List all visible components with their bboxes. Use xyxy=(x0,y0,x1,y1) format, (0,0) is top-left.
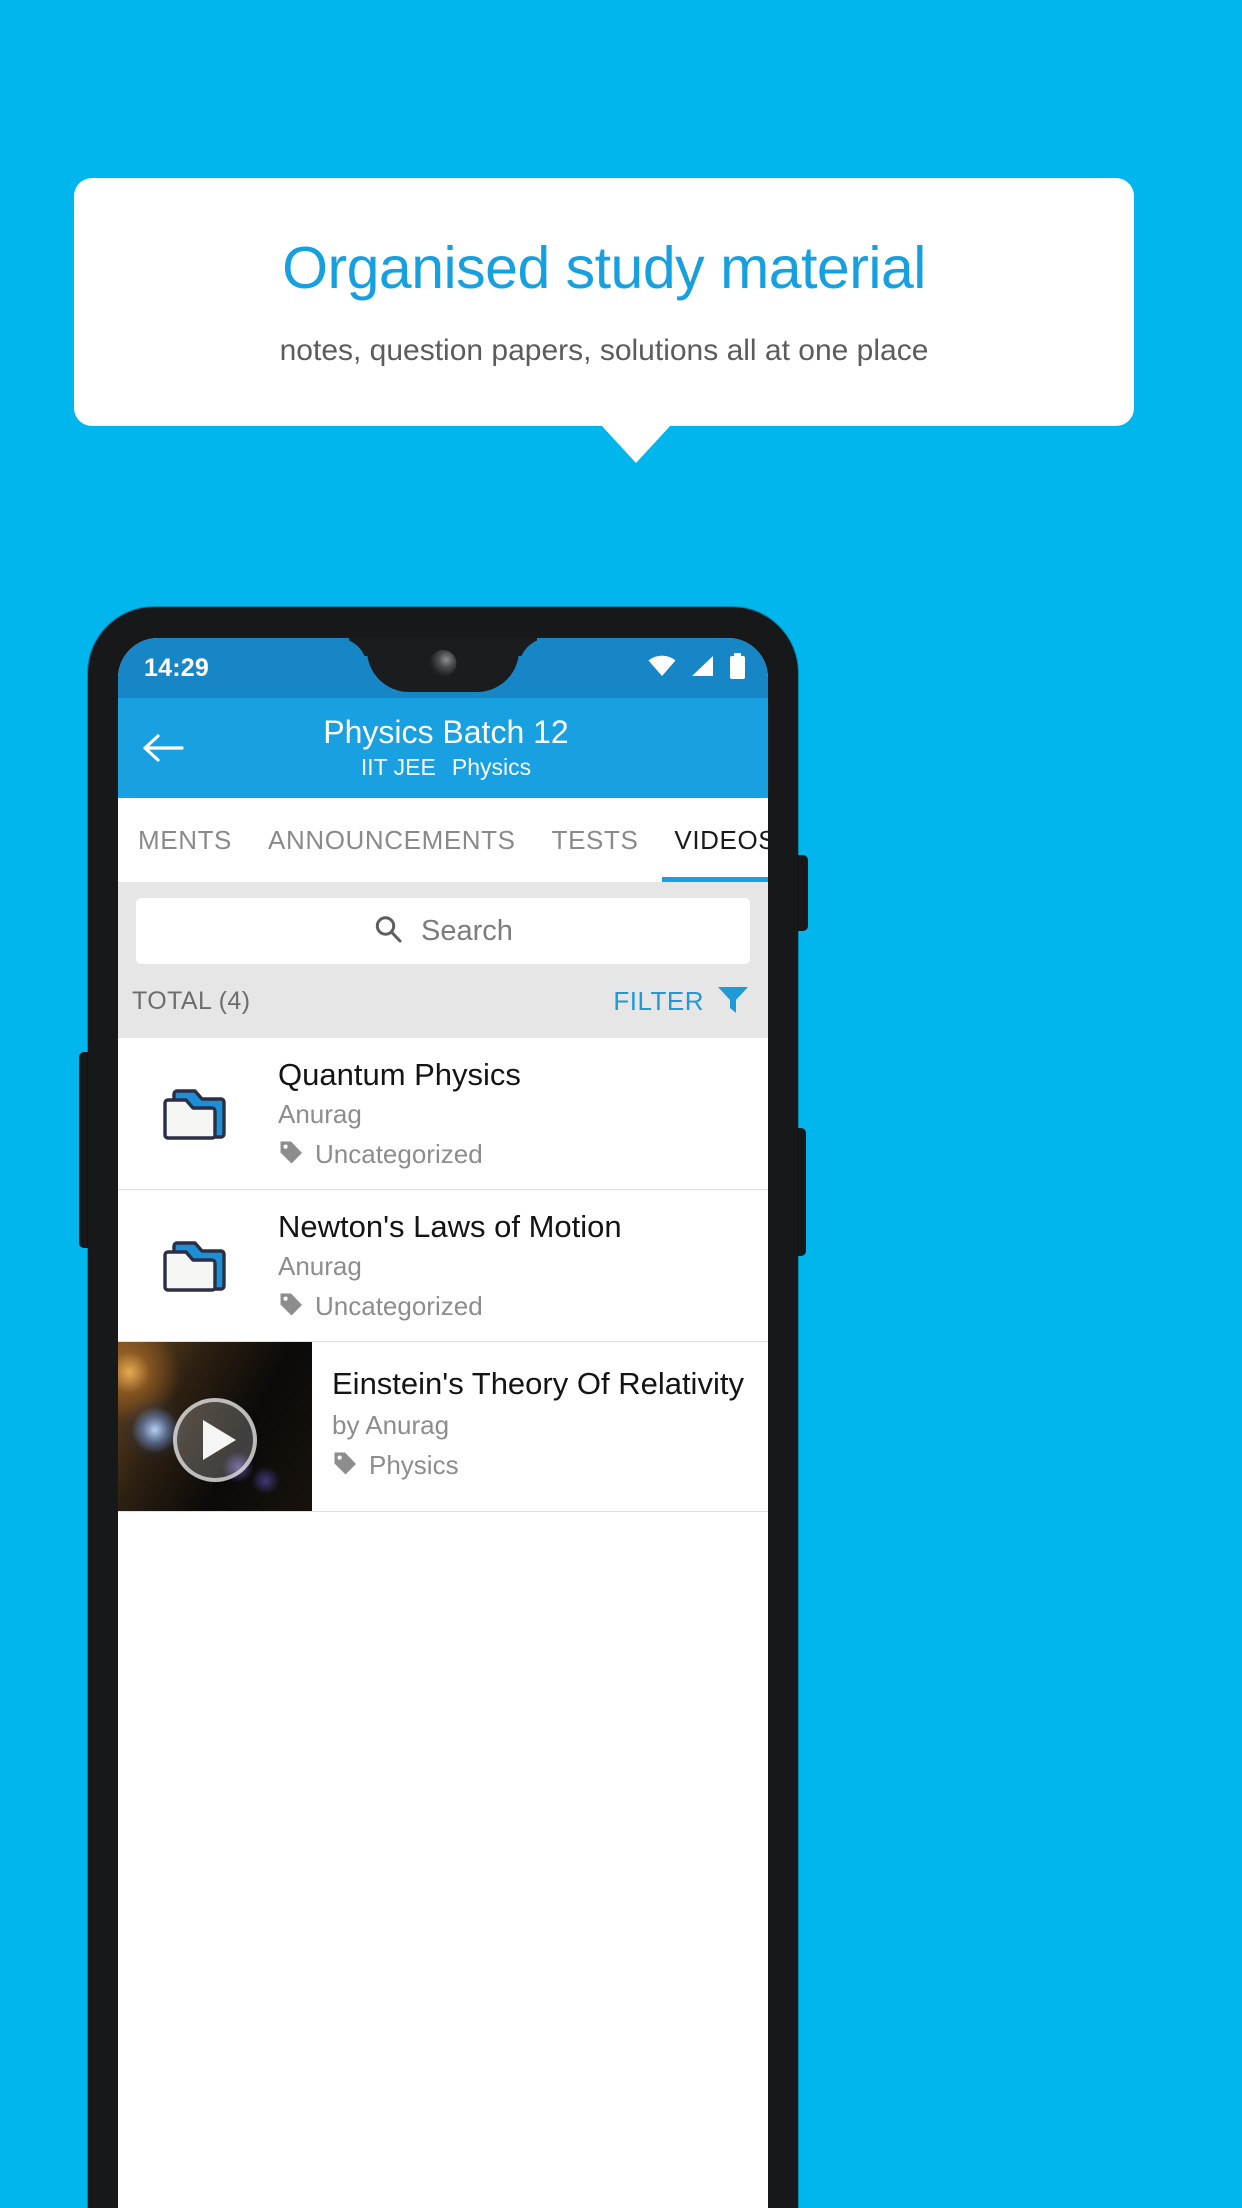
tag-icon xyxy=(278,1291,304,1322)
tab-assignments[interactable]: MENTS xyxy=(118,798,250,882)
filter-button[interactable]: FILTER xyxy=(613,982,750,1021)
search-icon xyxy=(373,914,403,949)
search-input[interactable]: Search xyxy=(136,898,750,964)
search-placeholder: Search xyxy=(421,914,513,947)
list-item-tag-text: Uncategorized xyxy=(315,1139,483,1170)
list-item-tag: Uncategorized xyxy=(278,1291,754,1322)
page-title: Physics Batch 12 xyxy=(323,714,569,751)
list-item-tag-text: Physics xyxy=(369,1450,459,1480)
folder-icon xyxy=(118,1083,278,1145)
signal-icon xyxy=(690,654,716,683)
list-header-row: TOTAL (4) FILTER xyxy=(118,964,768,1038)
phone-screen: 14:29 Physics Batch 12 IIT JEE Physics M… xyxy=(118,638,768,2208)
promo-callout-card: Organised study material notes, question… xyxy=(74,178,1134,426)
list-item-title: Newton's Laws of Motion xyxy=(278,1208,622,1244)
total-count-label: TOTAL (4) xyxy=(132,986,251,1015)
list-item-author: Anurag xyxy=(278,1099,362,1130)
funnel-icon xyxy=(716,982,750,1021)
promo-callout-tail xyxy=(601,425,671,463)
list-item[interactable]: Einstein's Theory Of Relativity by Anura… xyxy=(118,1342,768,1512)
list-item-body: Newton's Laws of Motion Anurag Uncategor… xyxy=(278,1201,768,1331)
promo-subtitle: notes, question papers, solutions all at… xyxy=(279,334,929,368)
list-item-body: Quantum Physics Anurag Uncategorized xyxy=(278,1049,768,1179)
list-item-tag: Physics xyxy=(332,1450,758,1481)
tag-icon xyxy=(332,1450,358,1481)
list-item-body: Einstein's Theory Of Relativity by Anura… xyxy=(312,1342,768,1511)
promo-title: Organised study material xyxy=(282,234,926,301)
list-item-tag-text: Uncategorized xyxy=(315,1291,483,1322)
search-section: Search xyxy=(118,882,768,964)
tab-announcements[interactable]: ANNOUNCEMENTS xyxy=(250,798,534,882)
subtitle-exam: IIT JEE xyxy=(360,753,436,780)
page-subtitle: IIT JEE Physics xyxy=(124,754,768,781)
front-camera xyxy=(429,650,457,677)
filter-label: FILTER xyxy=(613,985,704,1016)
wifi-icon xyxy=(647,654,677,683)
list-item-tag: Uncategorized xyxy=(278,1139,754,1170)
phone-frame: 14:29 Physics Batch 12 IIT JEE Physics M… xyxy=(88,607,798,2208)
video-thumbnail[interactable] xyxy=(118,1342,312,1511)
list-item-author: by Anurag xyxy=(332,1410,450,1440)
list-item-title: Quantum Physics xyxy=(278,1056,521,1092)
folder-icon xyxy=(118,1235,278,1297)
list-item[interactable]: Quantum Physics Anurag Uncategorized xyxy=(118,1038,768,1190)
list-item[interactable]: Newton's Laws of Motion Anurag Uncategor… xyxy=(118,1190,768,1342)
battery-icon xyxy=(729,652,746,684)
app-bar-titles: Physics Batch 12 IIT JEE Physics xyxy=(118,714,768,781)
app-bar: Physics Batch 12 IIT JEE Physics xyxy=(118,698,768,798)
status-bar: 14:29 xyxy=(118,638,768,698)
tab-tests[interactable]: TESTS xyxy=(534,798,657,882)
tab-videos[interactable]: VIDEOS xyxy=(656,798,768,882)
list-item-title: Einstein's Theory Of Relativity xyxy=(332,1366,744,1401)
status-time: 14:29 xyxy=(144,653,209,682)
list-item-author: Anurag xyxy=(278,1251,362,1282)
content-list: Quantum Physics Anurag Uncategorized New… xyxy=(118,1038,768,1512)
tag-icon xyxy=(278,1139,304,1170)
status-icon-group xyxy=(647,652,746,684)
play-icon[interactable] xyxy=(173,1398,257,1483)
subtitle-subject: Physics xyxy=(451,753,532,780)
tab-bar: MENTS ANNOUNCEMENTS TESTS VIDEOS xyxy=(118,798,768,882)
